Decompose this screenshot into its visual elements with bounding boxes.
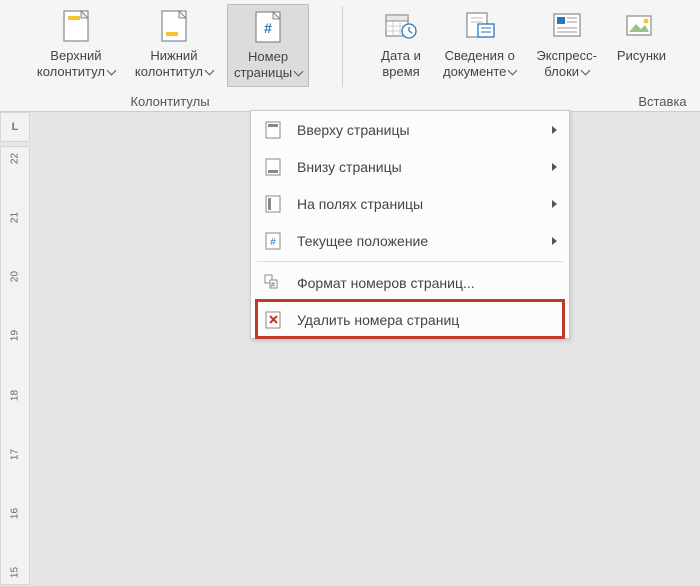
chevron-down-icon xyxy=(205,66,215,76)
doc-info-label-1: Сведения о xyxy=(445,48,515,64)
page-number-label-2: страницы xyxy=(234,65,292,81)
ribbon-group-insert: Дата и время Сведения о до xyxy=(345,0,700,111)
ruler-tick: 22 xyxy=(10,145,21,173)
bottom-header-button[interactable]: Нижний колонтитул xyxy=(129,4,219,85)
svg-text:#: # xyxy=(271,282,275,289)
menu-label: Текущее положение xyxy=(297,233,552,249)
ruler-tick: 20 xyxy=(10,263,21,291)
quick-parts-icon xyxy=(550,8,584,44)
date-time-icon xyxy=(384,8,418,44)
submenu-arrow-icon xyxy=(552,126,557,134)
quick-parts-label-1: Экспресс- xyxy=(536,48,597,64)
chevron-down-icon xyxy=(581,66,591,76)
ribbon: Верхний колонтитул Нижний колонтитул xyxy=(0,0,700,112)
doc-info-icon xyxy=(463,8,497,44)
menu-label: Внизу страницы xyxy=(297,159,552,175)
menu-separator xyxy=(257,261,563,262)
page-margins-icon xyxy=(263,194,283,214)
page-current-icon: # xyxy=(263,231,283,251)
quick-parts-button[interactable]: Экспресс- блоки xyxy=(530,4,603,85)
menu-item-top[interactable]: Вверху страницы xyxy=(251,111,569,148)
menu-label: Вверху страницы xyxy=(297,122,552,138)
menu-label: На полях страницы xyxy=(297,196,552,212)
page-top-icon xyxy=(263,120,283,140)
quick-parts-label-2: блоки xyxy=(544,64,579,80)
submenu-arrow-icon xyxy=(552,237,557,245)
chevron-down-icon xyxy=(294,67,304,77)
menu-item-format[interactable]: # Формат номеров страниц... xyxy=(251,264,569,301)
doc-info-button[interactable]: Сведения о документе xyxy=(437,4,522,85)
top-header-button[interactable]: Верхний колонтитул xyxy=(31,4,121,85)
ruler-tick: 17 xyxy=(10,440,21,468)
chevron-down-icon xyxy=(508,66,518,76)
menu-item-bottom[interactable]: Внизу страницы xyxy=(251,148,569,185)
submenu-arrow-icon xyxy=(552,200,557,208)
doc-info-label-2: документе xyxy=(443,64,506,80)
page-number-menu: Вверху страницы Внизу страницы На полях … xyxy=(250,110,570,339)
menu-label: Формат номеров страниц... xyxy=(297,275,557,291)
ribbon-separator xyxy=(342,6,343,87)
ruler-tick: 16 xyxy=(10,499,21,527)
bottom-header-label-1: Нижний xyxy=(150,48,197,64)
top-header-label-1: Верхний xyxy=(50,48,101,64)
images-label-1: Рисунки xyxy=(617,48,666,64)
svg-text:#: # xyxy=(270,237,276,248)
page-format-icon: # xyxy=(263,273,283,293)
page-bottom-icon xyxy=(263,157,283,177)
group-label-insert: Вставка xyxy=(628,94,698,109)
menu-item-delete[interactable]: Удалить номера страниц xyxy=(251,301,569,338)
menu-label: Удалить номера страниц xyxy=(297,312,557,328)
ribbon-group-headers: Верхний колонтитул Нижний колонтитул xyxy=(0,0,340,111)
images-icon xyxy=(624,8,658,44)
menu-item-current[interactable]: # Текущее положение xyxy=(251,222,569,259)
ruler-tick: 19 xyxy=(10,322,21,350)
images-button[interactable]: Рисунки xyxy=(611,4,672,68)
date-time-label-1: Дата и xyxy=(381,48,421,64)
chevron-down-icon xyxy=(106,66,116,76)
svg-text:#: # xyxy=(264,20,272,36)
group-label-headers: Колонтитулы xyxy=(0,94,340,109)
ruler-corner: L xyxy=(0,112,30,142)
page-number-icon: # xyxy=(251,9,285,45)
date-time-label-2: время xyxy=(382,64,419,80)
ruler-vertical: 22 21 20 19 18 17 16 15 xyxy=(0,146,30,585)
menu-item-margins[interactable]: На полях страницы xyxy=(251,185,569,222)
page-number-button[interactable]: # Номер страницы xyxy=(227,4,309,87)
top-header-label-2: колонтитул xyxy=(37,64,105,80)
page-number-label-1: Номер xyxy=(248,49,288,65)
ruler-tick: 21 xyxy=(10,204,21,232)
submenu-arrow-icon xyxy=(552,163,557,171)
bottom-header-label-2: колонтитул xyxy=(135,64,203,80)
page-delete-icon xyxy=(263,310,283,330)
top-header-icon xyxy=(59,8,93,44)
bottom-header-icon xyxy=(157,8,191,44)
ruler-tick: 18 xyxy=(10,381,21,409)
ruler-tick: 15 xyxy=(10,558,21,586)
date-time-button[interactable]: Дата и время xyxy=(373,4,429,85)
